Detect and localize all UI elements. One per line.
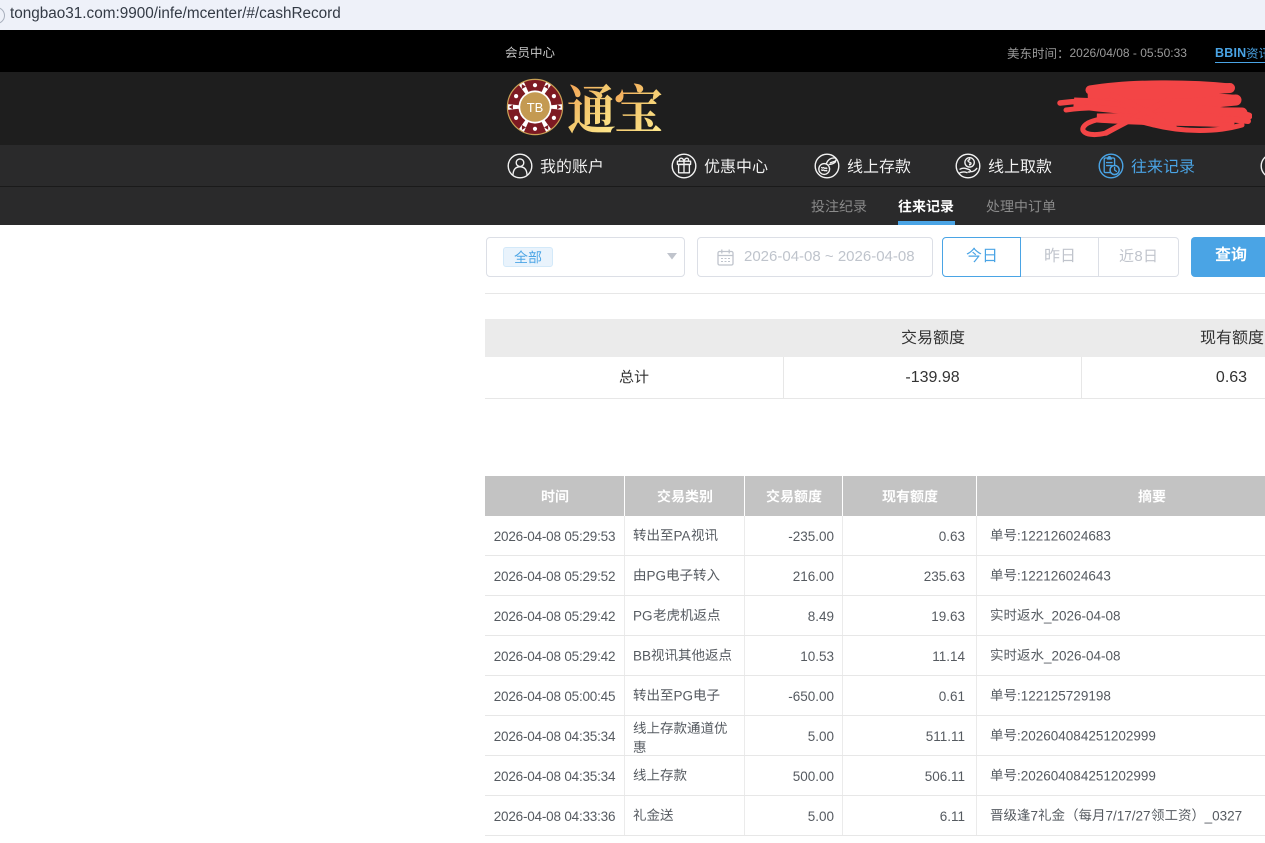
svg-text:TB: TB xyxy=(527,100,544,115)
